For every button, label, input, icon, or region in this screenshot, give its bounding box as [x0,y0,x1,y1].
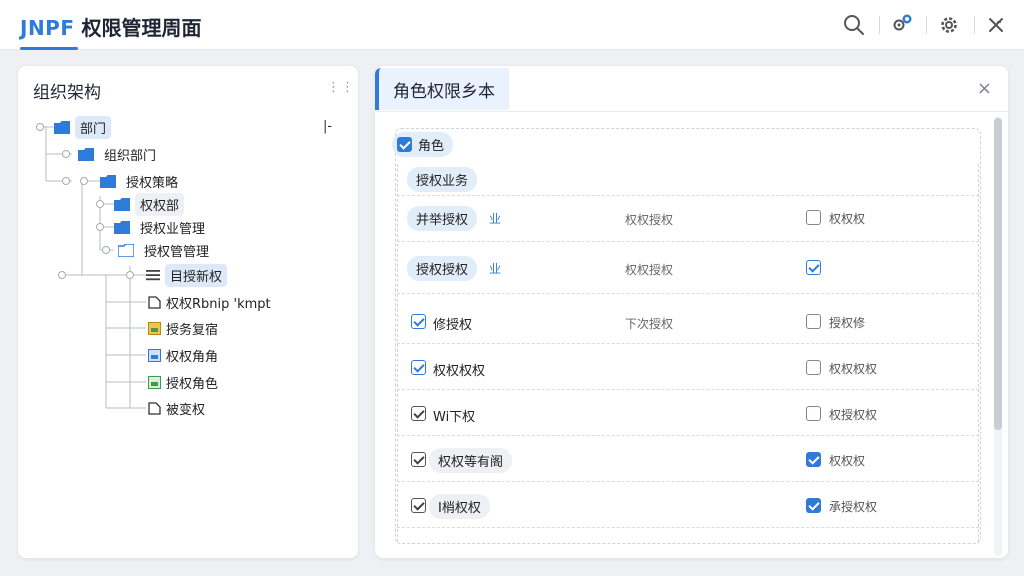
file-icon [148,401,161,415]
top-header: JNPF 权限管理周面 [0,0,1024,50]
permission-suffix: 业 [489,212,502,226]
permission-right-label: 权权权 [829,454,866,468]
tree-node-auth-biz[interactable]: 授权业管理 [114,216,210,238]
section-label: 授权业务 [407,167,478,192]
header-divider [926,16,927,34]
tree-node-label: 被变权 [166,402,206,418]
settings-icon[interactable] [937,13,961,37]
org-tree-panel: 组织架构 ⋮⋮ |- 部门 组织部门 授权策略 权权部 授权业管理 授权管管理 … [18,66,358,558]
panel-header: 角色权限乡本 × [375,66,1008,112]
permission-checkbox[interactable] [411,360,426,375]
collapse-icon[interactable] [984,13,1008,37]
tree-node-rbnip[interactable]: 权权Rbnip 'kmpt [148,291,271,313]
search-icon[interactable] [842,13,866,37]
section-row: 授权业务 [397,156,979,196]
tree-node-role[interactable]: 权权角角 [148,344,218,366]
permission-checkbox[interactable] [806,406,821,421]
permission-checkbox[interactable] [806,210,821,225]
permission-checkbox[interactable] [806,452,821,467]
tree-node-label: 权权部 [135,192,185,216]
tree-node-task[interactable]: 授务复宿 [148,317,218,339]
folder-icon [114,220,130,234]
list-icon [146,270,160,281]
tree-node-auth-role[interactable]: 授权角色 [148,371,218,393]
tree-node-label: 授权角色 [166,376,219,392]
app-brand: JNPF 权限管理周面 [20,12,201,41]
folder-icon [114,197,130,211]
permission-checkbox[interactable] [806,498,821,513]
permission-desc: 权权授权 [625,213,674,227]
permission-desc: 下次授权 [625,317,674,331]
tree-node-org-dept[interactable]: 组织部门 [78,143,161,165]
tree-node-label: 权权角角 [166,349,219,365]
tree-node-label: 目授新权 [165,263,228,287]
tree-node-department[interactable]: 部门 [54,115,112,139]
app-logo: JNPF [20,16,75,40]
permission-row: 权权等有阁 权权权 [397,436,979,482]
folder-icon [100,174,116,188]
doc-yellow-icon [148,321,161,335]
permission-checkbox[interactable] [806,260,821,275]
header-divider [974,16,975,34]
permission-right-label: 承授权权 [829,500,878,514]
doc-blue-icon [148,348,161,362]
folder-open-icon [118,243,134,257]
doc-green-icon [148,375,161,389]
role-permission-panel: 角色权限乡本 × 角色 授权业务 并举授权 业 权权授权 权权权 授权授权 业 … [375,66,1008,558]
root-role-checkbox[interactable]: 角色 [392,132,454,157]
header-divider [879,16,880,34]
brand-underline [20,47,78,50]
permission-row: 权权权权 权权权权 [397,344,979,390]
permission-right-label: 权权权权 [829,362,878,376]
permission-row: 并举授权 业 权权授权 权权权 [397,196,979,242]
checkbox-label: 角色 [418,139,445,154]
permission-label: 修授权 [433,318,473,333]
permission-checkbox[interactable] [411,452,426,467]
permission-row: 授权授权 业 权权授权 [397,242,979,294]
permission-label: 权权等有阁 [429,448,513,473]
tree-node-label: 权权Rbnip 'kmpt [166,296,271,312]
permission-label: 并举授权 [407,206,478,231]
tree-node-label: 部门 [75,115,112,139]
permission-label: 权权权权 [433,364,486,379]
permission-checkbox[interactable] [806,360,821,375]
permission-label: I梢权权 [429,494,490,519]
permission-right-label: 权权权 [829,212,866,226]
tree-node-label: 授权管管理 [144,244,210,260]
tree-node-label: 授权业管理 [140,221,206,237]
tree-node-label: 授务复宿 [166,322,219,338]
close-icon[interactable]: × [977,78,992,99]
permission-suffix: 业 [489,262,502,276]
file-icon [148,295,161,309]
permission-checkbox[interactable] [411,314,426,329]
checkbox[interactable] [397,137,412,152]
scrollbar-thumb[interactable] [994,118,1002,430]
notification-icon[interactable] [890,13,914,37]
tree-node-label: 组织部门 [104,148,157,164]
folder-icon [78,147,94,161]
page-title: 权限管理周面 [81,16,202,40]
permission-row: I梢权权 承授权权 [397,482,979,528]
tree-node-changed[interactable]: 被变权 [148,397,205,419]
permission-label: Wi下权 [433,410,476,425]
tree-node-auth-mgmt[interactable]: 授权管管理 [118,239,214,261]
permission-row: 修授权 下次授权 授权修 [397,298,979,344]
tree-node-auth-policy[interactable]: 授权策略 [100,170,183,192]
permission-checkbox[interactable] [411,406,426,421]
permission-checkbox[interactable] [806,314,821,329]
tree-node-new-auth[interactable]: 目授新权 [146,263,228,287]
tree-node-label: 授权策略 [126,175,179,191]
panel-title: 角色权限乡本 [375,68,509,110]
permission-desc: 权权授权 [625,263,674,277]
permission-label: 授权授权 [407,256,478,281]
folder-icon [54,120,70,134]
permission-checkbox[interactable] [411,498,426,513]
tree-node-auth-dept[interactable]: 权权部 [114,192,185,216]
permission-row: Wi下权 权授权权 [397,390,979,436]
permission-right-label: 权授权权 [829,408,878,422]
permission-right-label: 授权修 [829,316,866,330]
